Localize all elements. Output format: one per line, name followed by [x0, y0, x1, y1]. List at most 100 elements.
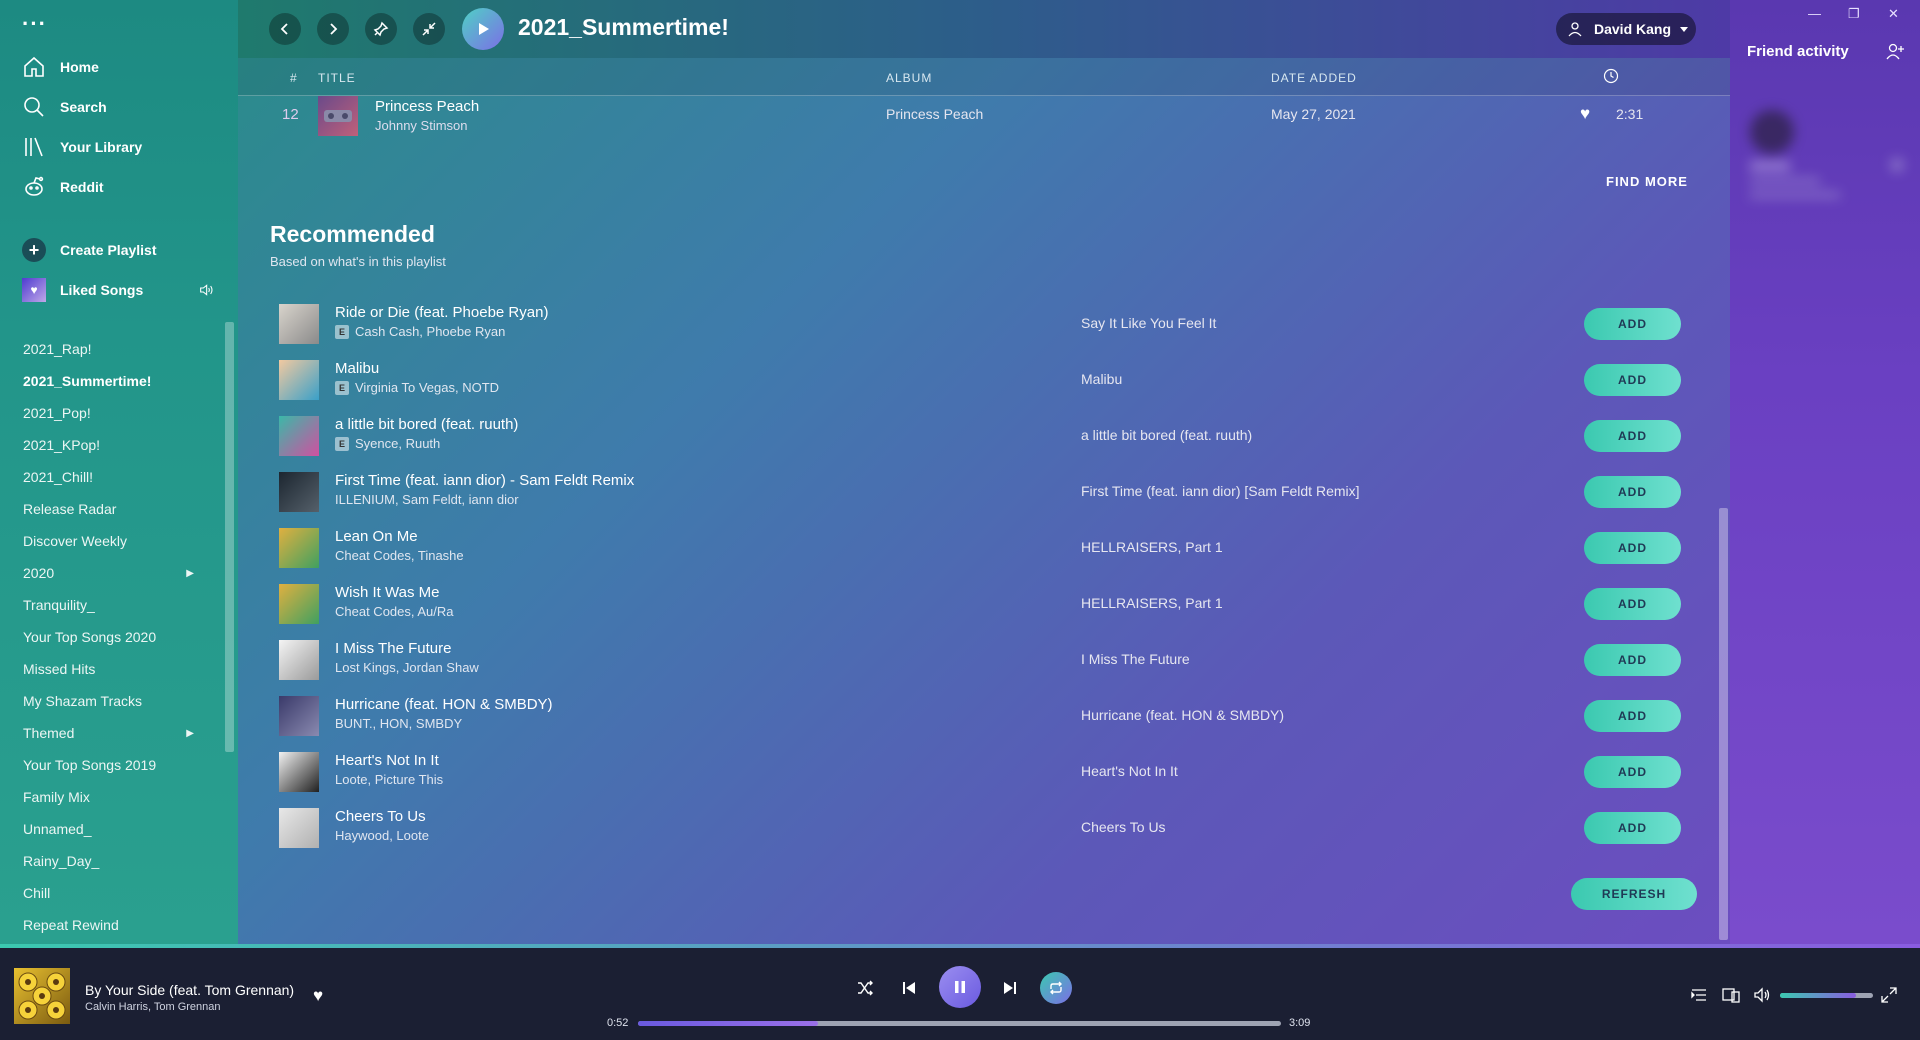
track-artist[interactable]: Johnny Stimson	[375, 118, 468, 133]
sidebar-playlist-item[interactable]: Chill	[0, 877, 220, 909]
sidebar-playlist-item[interactable]: Repeat Rewind	[0, 909, 220, 941]
recommended-row[interactable]: Wish It Was Me Cheat Codes, Au/Ra HELLRAIS…	[238, 576, 1730, 632]
main-scrollbar[interactable]	[1719, 508, 1728, 940]
fullscreen-icon[interactable]	[1880, 986, 1898, 1004]
sidebar-playlist-item[interactable]: Rainy_Day_	[0, 845, 220, 877]
recommended-title[interactable]: Malibu	[335, 360, 379, 377]
sidebar-playlist-item[interactable]: Family Mix	[0, 781, 220, 813]
recommended-row[interactable]: First Time (feat. iann dior) - Sam Feldt…	[238, 464, 1730, 520]
recommended-title[interactable]: I Miss The Future	[335, 640, 451, 657]
repeat-button[interactable]	[1040, 972, 1072, 1004]
recommended-album[interactable]: HELLRAISERS, Part 1	[1081, 539, 1223, 555]
recommended-artists-label[interactable]: Syence, Ruuth	[355, 436, 440, 451]
recommended-artists-label[interactable]: Virginia To Vegas, NOTD	[355, 380, 499, 395]
recommended-album[interactable]: HELLRAISERS, Part 1	[1081, 595, 1223, 611]
track-title[interactable]: Princess Peach	[375, 98, 479, 115]
heart-icon[interactable]: ♥	[313, 986, 323, 1006]
now-playing-title[interactable]: By Your Side (feat. Tom Grennan)	[85, 982, 294, 998]
sidebar-playlist-item[interactable]: 2021_Rap!	[0, 333, 220, 365]
create-playlist-button[interactable]: + Create Playlist	[22, 237, 157, 263]
recommended-title[interactable]: Hurricane (feat. HON & SMBDY)	[335, 696, 553, 713]
table-row[interactable]: 12 Princess Peach Johnny Stimson Princes…	[238, 96, 1730, 136]
play-button[interactable]	[462, 8, 504, 50]
add-button[interactable]: ADD	[1584, 644, 1681, 676]
shuffle-button[interactable]	[855, 978, 875, 998]
menu-dots-icon[interactable]: ···	[22, 13, 47, 35]
previous-button[interactable]	[899, 978, 919, 998]
recommended-title[interactable]: Ride or Die (feat. Phoebe Ryan)	[335, 304, 548, 321]
sidebar-playlist-item[interactable]: Tranquility_	[0, 589, 220, 621]
sidebar-playlist-item[interactable]: My Shazam Tracks	[0, 685, 220, 717]
sidebar-playlist-item[interactable]: Release Radar	[0, 493, 220, 525]
sidebar-playlist-item[interactable]: 2021_KPop!	[0, 429, 220, 461]
recommended-artists-label[interactable]: Loote, Picture This	[335, 772, 443, 787]
add-button[interactable]: ADD	[1584, 700, 1681, 732]
sidebar-playlist-item[interactable]: Missed Hits	[0, 653, 220, 685]
liked-songs-item[interactable]: ♥ Liked Songs	[22, 277, 214, 303]
find-more-button[interactable]: FIND MORE	[1606, 174, 1688, 189]
add-friend-icon[interactable]	[1886, 42, 1904, 60]
chevron-right-icon[interactable]: ▶	[186, 568, 194, 579]
recommended-row[interactable]: a little bit bored (feat. ruuth) E Syence,…	[238, 408, 1730, 464]
track-album[interactable]: Princess Peach	[886, 106, 983, 122]
sidebar-playlist-item[interactable]: 2021_Summertime!	[0, 365, 220, 397]
collapse-button[interactable]	[413, 13, 445, 45]
recommended-album[interactable]: First Time (feat. iann dior) [Sam Feldt …	[1081, 483, 1360, 499]
recommended-artists-label[interactable]: Cheat Codes, Tinashe	[335, 548, 464, 563]
recommended-title[interactable]: a little bit bored (feat. ruuth)	[335, 416, 518, 433]
add-button[interactable]: ADD	[1584, 756, 1681, 788]
recommended-title[interactable]: Lean On Me	[335, 528, 418, 545]
recommended-row[interactable]: Hurricane (feat. HON & SMBDY) BUNT., HON,…	[238, 688, 1730, 744]
close-icon[interactable]: ✕	[1888, 6, 1899, 22]
add-button[interactable]: ADD	[1584, 588, 1681, 620]
add-button[interactable]: ADD	[1584, 364, 1681, 396]
add-button[interactable]: ADD	[1584, 308, 1681, 340]
chevron-right-icon[interactable]: ▶	[186, 728, 194, 739]
col-title[interactable]: TITLE	[318, 71, 356, 85]
sidebar-playlist-item[interactable]: Themed ▶	[0, 717, 220, 749]
user-menu-button[interactable]: David Kang	[1556, 13, 1696, 45]
recommended-title[interactable]: Wish It Was Me	[335, 584, 439, 601]
recommended-title[interactable]: Heart's Not In It	[335, 752, 439, 769]
col-date-added[interactable]: DATE ADDED	[1271, 71, 1357, 85]
nav-search[interactable]: Search	[22, 94, 107, 120]
recommended-album[interactable]: Cheers To Us	[1081, 819, 1166, 835]
recommended-artists-label[interactable]: ILLENIUM, Sam Feldt, iann dior	[335, 492, 519, 507]
sidebar-playlist-item[interactable]: Unnamed_	[0, 813, 220, 845]
sidebar-playlist-item[interactable]: Your Top Songs 2019	[0, 749, 220, 781]
sidebar-playlist-item[interactable]: Discover Weekly	[0, 525, 220, 557]
sidebar-playlist-item[interactable]: 2021_Chill!	[0, 461, 220, 493]
recommended-artists-label[interactable]: Cash Cash, Phoebe Ryan	[355, 324, 505, 339]
now-playing-artist[interactable]: Calvin Harris, Tom Grennan	[85, 1001, 221, 1013]
sidebar-scrollbar[interactable]	[225, 322, 234, 752]
nav-library[interactable]: Your Library	[22, 134, 142, 160]
devices-icon[interactable]	[1722, 986, 1740, 1004]
recommended-album[interactable]: I Miss The Future	[1081, 651, 1190, 667]
pin-button[interactable]	[365, 13, 397, 45]
add-button[interactable]: ADD	[1584, 420, 1681, 452]
recommended-album[interactable]: Hurricane (feat. HON & SMBDY)	[1081, 707, 1284, 723]
refresh-button[interactable]: REFRESH	[1571, 878, 1697, 910]
recommended-album[interactable]: Heart's Not In It	[1081, 763, 1178, 779]
recommended-title[interactable]: Cheers To Us	[335, 808, 426, 825]
recommended-row[interactable]: Heart's Not In It Loote, Picture This Hear…	[238, 744, 1730, 800]
recommended-row[interactable]: Malibu E Virginia To Vegas, NOTD Malibu ADD	[238, 352, 1730, 408]
nav-reddit[interactable]: Reddit	[22, 174, 104, 200]
recommended-row[interactable]: Lean On Me Cheat Codes, Tinashe HELLRAISER…	[238, 520, 1730, 576]
next-button[interactable]	[1000, 978, 1020, 998]
forward-button[interactable]	[317, 13, 349, 45]
recommended-album[interactable]: Say It Like You Feel It	[1081, 315, 1216, 331]
sidebar-playlist-item[interactable]: 2020 ▶	[0, 557, 220, 589]
pause-button[interactable]	[939, 966, 981, 1008]
recommended-artists-label[interactable]: BUNT., HON, SMBDY	[335, 716, 462, 731]
progress-bar[interactable]	[638, 1021, 1281, 1026]
add-button[interactable]: ADD	[1584, 812, 1681, 844]
sidebar-playlist-item[interactable]: Your Top Songs 2020	[0, 621, 220, 653]
col-album[interactable]: ALBUM	[886, 71, 932, 85]
recommended-row[interactable]: Cheers To Us Haywood, Loote Cheers To Us AD…	[238, 800, 1730, 856]
recommended-artists-label[interactable]: Cheat Codes, Au/Ra	[335, 604, 454, 619]
restore-icon[interactable]: ❐	[1848, 6, 1860, 22]
queue-icon[interactable]	[1690, 986, 1708, 1004]
volume-slider[interactable]	[1780, 993, 1873, 998]
sidebar-playlist-item[interactable]: 2021_Pop!	[0, 397, 220, 429]
